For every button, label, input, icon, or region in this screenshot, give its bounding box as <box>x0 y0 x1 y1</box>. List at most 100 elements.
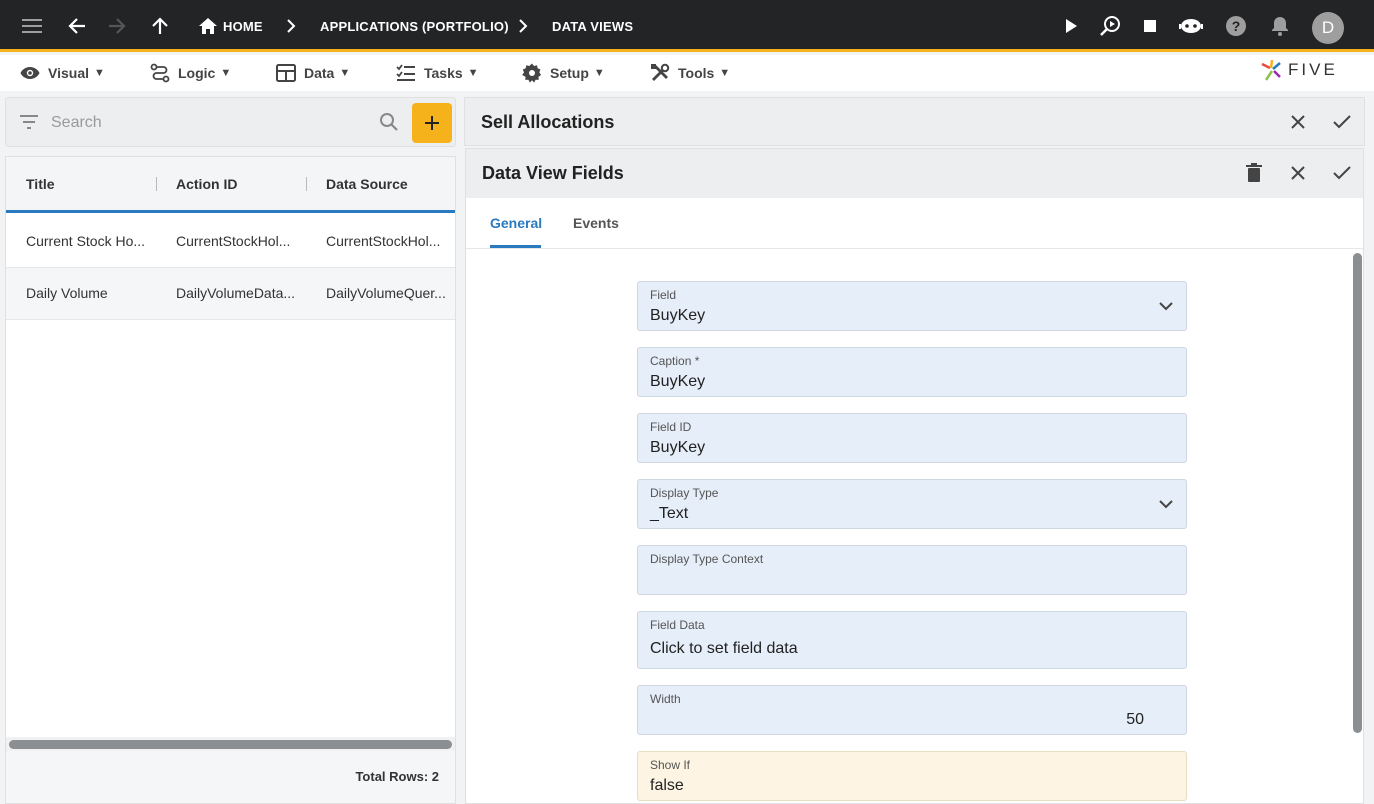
width-field[interactable]: Width 50 <box>637 685 1187 735</box>
menu-logic[interactable]: Logic ▼ <box>150 63 231 83</box>
search-icon[interactable] <box>379 112 399 137</box>
five-logo: FIVE <box>1260 58 1338 82</box>
column-header-data-source[interactable]: Data Source <box>326 176 408 192</box>
close-icon[interactable] <box>1286 161 1310 185</box>
cell-data-source: DailyVolumeQuer... <box>326 285 446 301</box>
menu-visual[interactable]: Visual ▼ <box>20 63 105 83</box>
display-type-context-field[interactable]: Display Type Context <box>637 545 1187 595</box>
caret-down-icon: ▼ <box>593 67 605 79</box>
tools-wrench-icon <box>651 63 670 81</box>
data-views-table: Title Action ID Data Source Current Stoc… <box>5 156 456 804</box>
table-header: Title Action ID Data Source <box>6 157 455 213</box>
show-if-field[interactable]: Show If false <box>637 751 1187 801</box>
menu-setup[interactable]: Setup ▼ <box>522 63 605 83</box>
field-id-field[interactable]: Field ID BuyKey <box>637 413 1187 463</box>
home-icon[interactable] <box>196 14 220 38</box>
forward-arrow-icon[interactable] <box>105 14 129 38</box>
breadcrumb-data-views[interactable]: DATA VIEWS <box>552 19 633 34</box>
field-data-value: Click to set field data <box>650 640 798 657</box>
menu-tasks-label: Tasks <box>424 65 463 81</box>
caret-down-icon: ▼ <box>220 67 232 79</box>
horizontal-scrollbar[interactable] <box>9 740 452 749</box>
show-if-label: Show If <box>650 758 691 772</box>
vertical-scrollbar[interactable] <box>1353 253 1362 733</box>
record-title: Sell Allocations <box>481 112 615 132</box>
five-logo-icon <box>1261 59 1281 81</box>
caret-down-icon: ▼ <box>467 67 479 79</box>
menu-logic-label: Logic <box>178 65 216 81</box>
cell-title: Daily Volume <box>26 285 108 301</box>
menu-visual-label: Visual <box>48 65 89 81</box>
up-arrow-icon[interactable] <box>148 14 172 38</box>
search-input[interactable]: Search <box>51 114 102 132</box>
gear-icon <box>522 63 542 83</box>
caption-field[interactable]: Caption * BuyKey <box>637 347 1187 397</box>
menu-data-label: Data <box>304 65 335 81</box>
help-icon[interactable]: ? <box>1224 14 1248 38</box>
user-avatar[interactable]: D <box>1312 12 1344 44</box>
menu-tasks[interactable]: Tasks ▼ <box>396 63 479 83</box>
eye-icon <box>20 67 40 79</box>
form-title: Data View Fields <box>482 163 624 183</box>
menu-setup-label: Setup <box>550 65 589 81</box>
hamburger-menu-icon[interactable] <box>21 14 45 38</box>
cell-action-id: DailyVolumeData... <box>176 285 296 301</box>
top-bar: HOME APPLICATIONS (PORTFOLIO) DATA VIEWS… <box>0 0 1374 52</box>
search-bar: Search <box>5 97 456 147</box>
column-separator[interactable] <box>156 177 157 191</box>
column-header-title[interactable]: Title <box>26 176 55 192</box>
plus-icon <box>425 116 439 130</box>
checklist-icon <box>396 64 415 81</box>
add-button[interactable] <box>412 103 452 143</box>
save-check-icon[interactable] <box>1330 110 1354 134</box>
width-value: 50 <box>1126 711 1144 728</box>
menu-data[interactable]: Data ▼ <box>276 63 350 83</box>
chat-bot-icon[interactable] <box>1179 14 1203 38</box>
debug-search-icon[interactable] <box>1098 14 1122 38</box>
data-view-fields-form: Data View Fields General Events Field Bu… <box>465 148 1364 804</box>
caption-label: Caption * <box>650 354 700 368</box>
table-grid-icon <box>276 64 296 82</box>
display-type-label: Display Type <box>650 486 719 500</box>
svg-text:?: ? <box>1232 18 1241 34</box>
menu-tools[interactable]: Tools ▼ <box>650 63 730 83</box>
notifications-bell-icon[interactable] <box>1268 14 1292 38</box>
breadcrumb-applications[interactable]: APPLICATIONS (PORTFOLIO) <box>320 19 509 34</box>
total-rows-count: Total Rows: 2 <box>355 769 439 784</box>
back-arrow-icon[interactable] <box>65 14 89 38</box>
delete-trash-icon[interactable] <box>1242 161 1266 185</box>
close-icon[interactable] <box>1286 110 1310 134</box>
field-id-value: BuyKey <box>650 439 706 456</box>
tab-general[interactable]: General <box>490 215 542 231</box>
breadcrumb-home[interactable]: HOME <box>223 19 263 34</box>
field-data-label: Field Data <box>650 618 705 632</box>
field-select[interactable]: Field BuyKey <box>637 281 1187 331</box>
save-check-icon[interactable] <box>1330 161 1354 185</box>
chevron-right-icon <box>279 14 303 38</box>
chevron-down-icon[interactable] <box>1156 494 1176 514</box>
list-panel: Search Title Action ID Data Source Curre… <box>5 97 456 804</box>
detail-panel: Sell Allocations Data View Fields Genera… <box>464 97 1365 804</box>
logo-text: FIVE <box>1288 60 1338 79</box>
cell-action-id: CurrentStockHol... <box>176 233 291 249</box>
caret-down-icon: ▼ <box>339 67 351 79</box>
table-row[interactable]: Current Stock Ho... CurrentStockHol... C… <box>6 216 455 268</box>
display-type-value: _Text <box>650 505 689 522</box>
caret-down-icon: ▼ <box>94 67 105 79</box>
menu-tools-label: Tools <box>678 65 715 81</box>
chevron-down-icon[interactable] <box>1156 296 1176 316</box>
table-row[interactable]: Daily Volume DailyVolumeData... DailyVol… <box>6 268 455 320</box>
column-separator[interactable] <box>306 177 307 191</box>
display-type-select[interactable]: Display Type _Text <box>637 479 1187 529</box>
stop-icon[interactable] <box>1138 14 1162 38</box>
form-header: Data View Fields <box>466 149 1363 198</box>
width-label: Width <box>650 692 681 706</box>
column-header-action-id[interactable]: Action ID <box>176 176 237 192</box>
record-header: Sell Allocations <box>464 97 1365 146</box>
field-data-button[interactable]: Field Data Click to set field data <box>637 611 1187 669</box>
menu-bar: Visual ▼ Logic ▼ Data ▼ Tasks ▼ Setup ▼ Tools… <box>0 55 1374 91</box>
filter-icon[interactable] <box>19 114 39 135</box>
play-icon[interactable] <box>1059 14 1083 38</box>
field-value: BuyKey <box>650 307 706 324</box>
tab-events[interactable]: Events <box>573 215 619 231</box>
